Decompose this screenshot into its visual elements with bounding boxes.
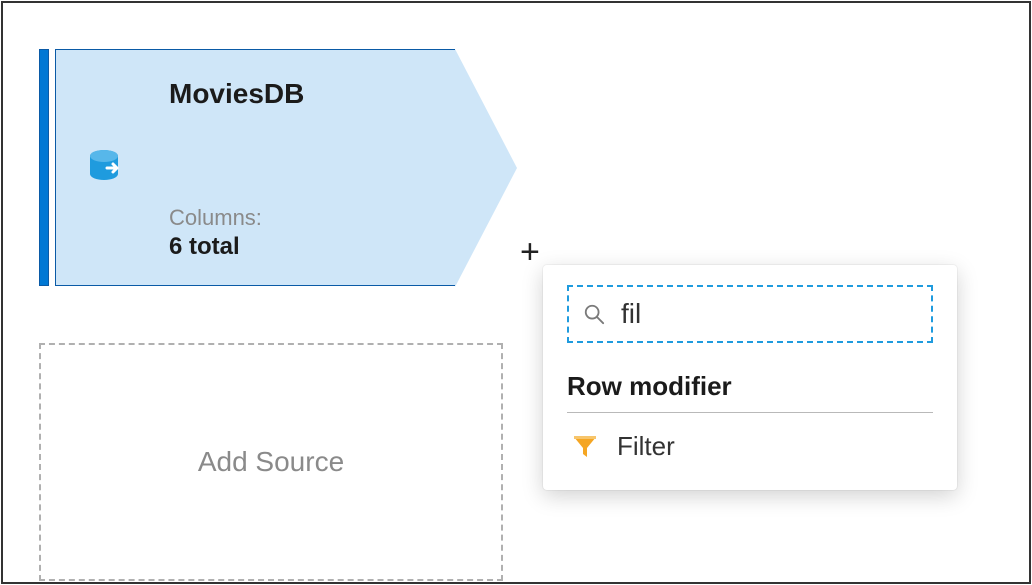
dataflow-canvas[interactable]: MoviesDB Columns: 6 total + Add Source: [3, 3, 1029, 582]
add-source-label: Add Source: [198, 446, 344, 478]
source-node-columns: Columns: 6 total: [169, 205, 433, 261]
source-node-columns-label: Columns:: [169, 205, 433, 231]
add-transformation-button[interactable]: +: [520, 235, 540, 269]
source-node-selection-handle[interactable]: [39, 49, 49, 286]
source-node-icon-column: [55, 49, 155, 286]
transformation-search-box[interactable]: [567, 285, 933, 343]
transformation-item-filter[interactable]: Filter: [567, 413, 933, 466]
canvas-frame: MoviesDB Columns: 6 total + Add Source: [1, 1, 1031, 584]
transformation-search-input[interactable]: [619, 297, 984, 331]
transformation-item-label: Filter: [617, 431, 675, 462]
funnel-icon: [571, 433, 599, 461]
transformation-section-title: Row modifier: [567, 371, 933, 413]
source-node-title: MoviesDB: [169, 78, 433, 110]
search-icon: [583, 303, 605, 325]
source-node-body: MoviesDB Columns: 6 total: [155, 49, 455, 286]
source-node-output-arrow: [455, 49, 517, 287]
add-source-placeholder[interactable]: Add Source: [39, 343, 503, 581]
database-icon: [84, 146, 128, 190]
source-node-moviesdb[interactable]: MoviesDB Columns: 6 total: [39, 49, 517, 286]
source-node-columns-count: 6 total: [169, 233, 433, 261]
transformation-picker-popover: Row modifier Filter: [543, 265, 957, 490]
